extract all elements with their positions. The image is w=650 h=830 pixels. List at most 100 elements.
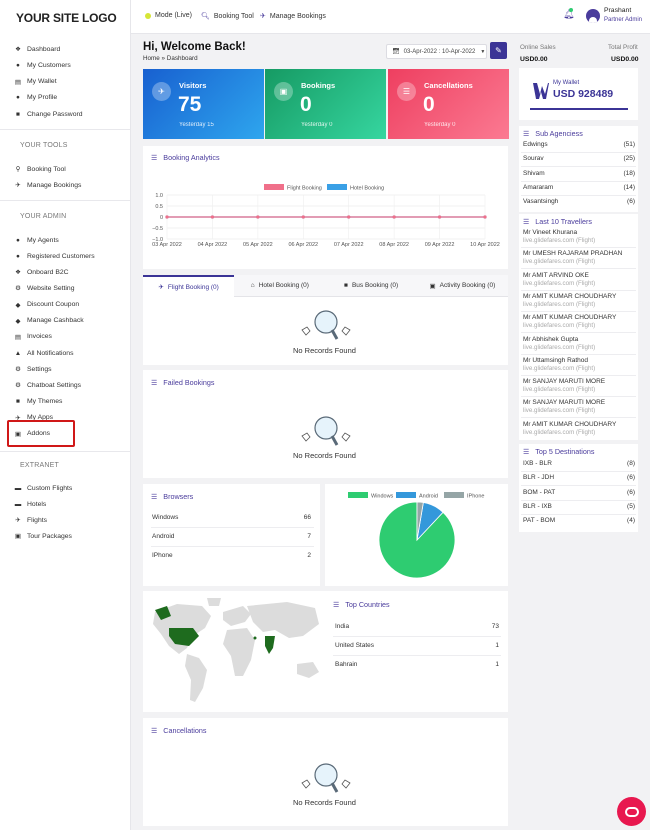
agency-name[interactable]: Shivam <box>523 170 545 177</box>
avatar[interactable] <box>586 9 600 23</box>
edit-button[interactable]: ✎ <box>490 42 507 59</box>
topbar: Mode (Live) 🔍︎ Booking Tool ✈ Manage Booki… <box>131 0 650 34</box>
tab-bus-booking-0[interactable]: ■ Bus Booking (0) <box>325 275 417 297</box>
sidebar-item-manage-cashback[interactable]: ◆ Manage Cashback <box>14 316 84 326</box>
data-point <box>483 215 487 219</box>
bell-icon: ▲ <box>14 349 22 357</box>
plane-icon: ✈ <box>15 182 21 189</box>
traveller-name[interactable]: Mr Abhishek Gupta <box>523 336 578 343</box>
visitors-card: ✈ Visitors 75 Yesterday 15 <box>143 69 264 139</box>
notification-dot <box>569 8 573 12</box>
sidebar-item-settings[interactable]: ⚙ Settings <box>14 364 51 374</box>
list-icon: ☰ <box>523 130 530 138</box>
sidebar-item-flights[interactable]: ✈ Flights <box>14 515 47 525</box>
sidebar-item-tour-packages[interactable]: ▣ Tour Packages <box>14 531 72 541</box>
booking-tool-link[interactable]: 🔍︎ Booking Tool <box>201 12 254 21</box>
empty-state-illustration <box>296 761 356 801</box>
traveller-name[interactable]: Mr AMIT KUMAR CHOUDHARY <box>523 421 616 428</box>
sidebar-item-custom-flights[interactable]: ▬ Custom Flights <box>14 483 73 493</box>
sidebar-item-my-customers[interactable]: ● My Customers <box>14 60 71 70</box>
sidebar-item-manage-bookings[interactable]: ✈ Manage Bookings <box>14 180 81 190</box>
x-tick-label: 08 Apr 2022 <box>379 242 409 248</box>
mode-toggle[interactable]: Mode (Live) <box>145 12 192 19</box>
cancellations-title: ☰ Cancellations <box>151 726 207 735</box>
plane-icon: ✈ <box>15 517 21 524</box>
destination-route[interactable]: PAT - BOM <box>523 517 555 524</box>
traveller-name[interactable]: Mr AMIT KUMAR CHOUDHARY <box>523 293 616 300</box>
y-tick-label: −0.5 <box>152 226 163 232</box>
agency-count: (14) <box>623 183 635 191</box>
sidebar-item-website-setting[interactable]: ⚙ Website Setting <box>14 283 74 293</box>
country-name: United States <box>335 642 375 649</box>
sidebar-item-booking-tool[interactable]: ⚲ Booking Tool <box>14 164 66 174</box>
traveller-name[interactable]: Mr SANJAY MARUTI MORE <box>523 378 605 385</box>
traveller-source: live.glidefares.com (Flight) <box>523 407 596 415</box>
bookings-icon: ▣ <box>274 82 293 101</box>
tag-icon: ◆ <box>15 301 21 309</box>
camera-icon: ▣ <box>14 533 22 540</box>
y-tick-label: 0.5 <box>155 204 163 210</box>
wallet-underline <box>530 108 628 110</box>
agency-name[interactable]: Amararam <box>523 184 553 191</box>
destination-route[interactable]: IXB - BLR <box>523 460 552 467</box>
invoice-icon: ▤ <box>14 333 22 341</box>
tab-flight-booking-0[interactable]: ✈ Flight Booking (0) <box>143 275 235 297</box>
row-divider <box>521 513 636 515</box>
breadcrumb[interactable]: Home » Dashboard <box>143 55 198 62</box>
traveller-name[interactable]: Mr Uttamsingh Rathod <box>523 357 588 364</box>
sidebar-item-dashboard[interactable]: ❖ Dashboard <box>14 44 60 54</box>
legend-swatch <box>396 492 416 498</box>
traveller-name[interactable]: Mr Vineet Khurana <box>523 229 577 236</box>
agency-name[interactable]: Edwings <box>523 141 548 148</box>
traveller-source: live.glidefares.com (Flight) <box>523 428 596 436</box>
browser-name: IPhone <box>152 552 173 559</box>
sidebar-item-onboard-b2c[interactable]: ❖ Onboard B2C <box>14 267 68 277</box>
agency-name[interactable]: Vasantsingh <box>523 198 558 205</box>
sidebar-item-my-agents[interactable]: ● My Agents <box>14 235 59 245</box>
section-heading-extranet: EXTRANET <box>20 462 59 469</box>
sidebar-item-my-profile[interactable]: ● My Profile <box>14 93 57 103</box>
traveller-name[interactable]: Mr SANJAY MARUTI MORE <box>523 399 605 406</box>
date-range-picker[interactable]: 📅︎ 03-Apr-2022 : 10-Apr-2022 ▼ <box>386 44 487 59</box>
tab-activity-booking-0[interactable]: ▣ Activity Booking (0) <box>416 275 508 297</box>
sidebar-item-chatboat-settings[interactable]: ⚙ Chatboat Settings <box>14 380 81 390</box>
sidebar-item-registered-customers[interactable]: ● Registered Customers <box>14 251 95 261</box>
tab-hotel-booking-0[interactable]: ⌂ Hotel Booking (0) <box>234 275 326 297</box>
row-divider <box>521 289 636 291</box>
sidebar-divider <box>0 451 130 452</box>
no-records-text: No Records Found <box>293 451 356 460</box>
sidebar-item-invoices[interactable]: ▤ Invoices <box>14 332 52 342</box>
destination-route[interactable]: BLR - JDH <box>523 474 554 481</box>
sidebar-item-all-notifications[interactable]: ▲ All Notifications <box>14 348 74 358</box>
list-icon: ☰ <box>333 601 340 609</box>
country-name: India <box>335 623 350 630</box>
highlight-box <box>7 420 75 447</box>
traveller-source: live.glidefares.com (Flight) <box>523 322 596 330</box>
sidebar-item-my-wallet[interactable]: ▤ My Wallet <box>14 77 57 87</box>
booking-analytics-chart: Flight Booking Hotel Booking 1.00.50−0.5−… <box>152 184 500 248</box>
sidebar-item-hotels[interactable]: ▬ Hotels <box>14 499 47 509</box>
sidebar-item-my-themes[interactable]: ■ My Themes <box>14 397 62 407</box>
list-icon: ☰ <box>151 727 158 735</box>
row-divider <box>333 655 501 656</box>
empty-state-illustration <box>296 308 356 348</box>
tag-icon: ◆ <box>15 317 21 325</box>
sidebar-item-change-password[interactable]: ■ Change Password <box>14 109 83 119</box>
traveller-name[interactable]: Mr AMIT KUMAR CHOUDHARY <box>523 314 616 321</box>
manage-bookings-link[interactable]: ✈ Manage Bookings <box>260 12 326 21</box>
profile-icon: ● <box>16 94 20 102</box>
destination-count: (8) <box>627 460 635 467</box>
destination-route[interactable]: BLR - IXB <box>523 503 552 510</box>
theme-icon: ■ <box>16 398 20 405</box>
sidebar-item-discount-coupon[interactable]: ◆ Discount Coupon <box>14 300 80 310</box>
search-icon: ⚲ <box>15 166 21 173</box>
total-profit-value: USD0.00 <box>611 56 639 63</box>
traveller-name[interactable]: Mr UMESH RAJARAM PRADHAN <box>523 250 622 257</box>
chat-launcher-button[interactable] <box>617 797 646 826</box>
destination-route[interactable]: BOM - PAT <box>523 489 555 496</box>
traveller-name[interactable]: Mr AMIT ARVIND OKE <box>523 272 589 279</box>
row-divider <box>521 268 636 270</box>
agency-name[interactable]: Sourav <box>523 155 544 162</box>
bahrain-marker <box>253 636 257 640</box>
site-logo[interactable]: YOUR SITE LOGO <box>16 11 117 25</box>
